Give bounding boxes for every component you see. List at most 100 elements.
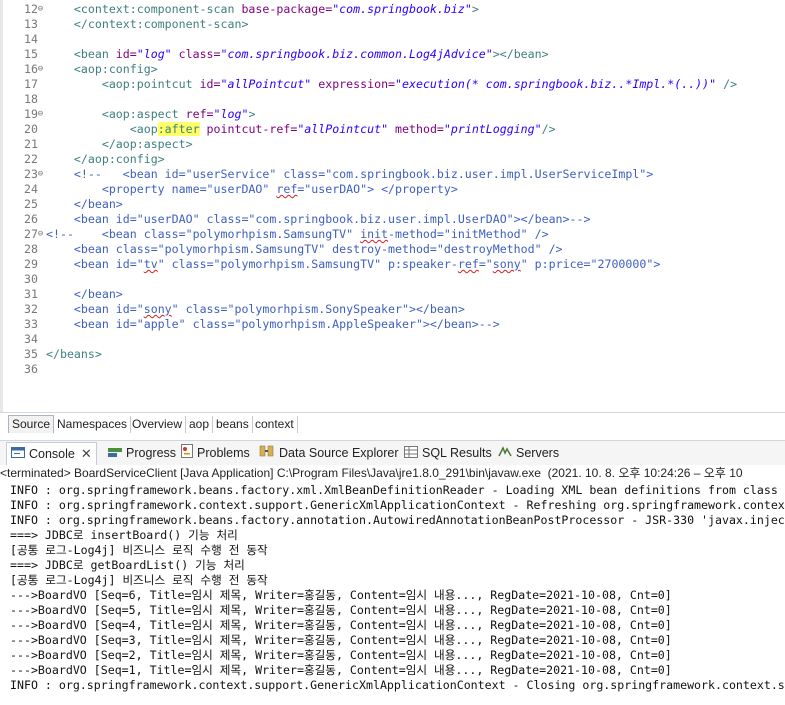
console-line: --->BoardVO [Seq=1, Title=임시 제목, Writer=…	[10, 663, 672, 677]
code-token: class=	[171, 47, 221, 61]
tab-servers[interactable]: Servers	[498, 444, 559, 462]
code-token: >	[471, 2, 479, 16]
fold-toggle-icon[interactable]: ⊖	[36, 230, 45, 239]
code-token: sony	[492, 257, 521, 271]
code-token: "log"	[136, 47, 172, 61]
code-token: method=	[388, 122, 444, 136]
console-line: ===> JDBC로 getBoardList() 기능 처리	[10, 558, 245, 572]
progress-icon	[108, 445, 122, 463]
code-token: <aop:pointcut	[101, 77, 193, 91]
line-number: 30	[24, 272, 38, 286]
code-text: <!-- <bean id="userService" class="com.s…	[46, 167, 653, 182]
line-number: 23	[24, 167, 38, 181]
code-line: 26 <bean id="userDAO" class="com.springb…	[0, 212, 785, 227]
code-line: 35 </beans>	[0, 347, 785, 362]
tab-aop[interactable]: aop	[186, 416, 214, 433]
code-token: </context:component-scan>	[73, 17, 249, 31]
data-source-icon	[259, 444, 275, 463]
code-token: />	[541, 122, 556, 136]
code-token: " class="polymorhpism.SonySpeaker"></bea…	[171, 302, 465, 316]
code-line: 36	[0, 362, 785, 377]
console-line: --->BoardVO [Seq=5, Title=임시 제목, Writer=…	[10, 603, 672, 617]
tab-source[interactable]: Source	[8, 415, 55, 433]
console-line: [공통 로그-Log4j] 비즈니스 로직 수행 전 동작	[10, 543, 268, 557]
fold-toggle-icon[interactable]: ⊖	[36, 65, 45, 74]
fold-toggle-icon[interactable]: ⊖	[36, 110, 45, 119]
code-text: <aop:aspect ref="log">	[46, 107, 256, 122]
console-status-line: <terminated> BoardServiceClient [Java Ap…	[0, 465, 785, 481]
code-token: ref	[457, 257, 479, 271]
code-token: tv	[143, 257, 158, 271]
view-tabbar: Console ✕ Progress Problems Data Source E…	[0, 440, 785, 466]
code-token: "allPointcut"	[297, 122, 389, 136]
console-line: --->BoardVO [Seq=6, Title=임시 제목, Writer=…	[10, 588, 672, 602]
code-token: "log"	[213, 107, 249, 121]
fold-toggle-icon[interactable]: ⊖	[36, 5, 45, 14]
sql-results-icon	[404, 445, 418, 463]
console-line: --->BoardVO [Seq=2, Title=임시 제목, Writer=…	[10, 648, 672, 662]
code-line: 12 ⊖ <context:component-scan base-package…	[0, 2, 785, 17]
xml-editor[interactable]: 12 ⊖ <context:component-scan base-package…	[0, 0, 785, 412]
console-line: --->BoardVO [Seq=3, Title=임시 제목, Writer=…	[10, 633, 672, 647]
tab-progress[interactable]: Progress	[108, 444, 176, 462]
code-line: 17 <aop:pointcut id="allPointcut" expres…	[0, 77, 785, 92]
code-token: <bean id="apple" class="polymorhpism.App…	[73, 317, 500, 331]
code-text: <bean class="polymorhpism.SamsungTV" des…	[46, 242, 563, 257]
code-token: pointcut-ref=	[199, 122, 298, 136]
code-token: </bean>	[73, 197, 123, 211]
tab-progress-label: Progress	[126, 446, 177, 460]
line-number: 25	[24, 197, 38, 211]
code-line: 27 ⊖ <!-- <bean class="polymorhpism.Samsun…	[0, 227, 785, 242]
line-number: 36	[24, 362, 38, 376]
code-line: 13 </context:component-scan>	[0, 17, 785, 32]
code-token: <bean id="	[73, 257, 144, 271]
line-number: 26	[24, 212, 38, 226]
code-line: 31 </bean>	[0, 287, 785, 302]
code-line: 19 ⊖ <aop:aspect ref="log">	[0, 107, 785, 122]
code-line: 28 <bean class="polymorhpism.SamsungTV" …	[0, 242, 785, 257]
tab-context[interactable]: context	[252, 416, 298, 433]
console-line: INFO : org.springframework.context.suppo…	[10, 498, 785, 512]
code-text: <property name="userDAO" ref="userDAO"> …	[46, 182, 458, 197]
fold-toggle-icon[interactable]: ⊖	[36, 170, 45, 179]
line-number: 14	[24, 32, 38, 46]
tab-sql-results-label: SQL Results	[422, 446, 492, 460]
code-text: <bean id="tv" class="polymorhpism.Samsun…	[46, 257, 660, 272]
tab-console[interactable]: Console ✕	[6, 442, 97, 465]
code-text: </bean>	[46, 197, 123, 212]
close-icon[interactable]: ✕	[81, 443, 92, 465]
tab-sql-results[interactable]: SQL Results	[404, 444, 492, 462]
line-number: 29	[24, 257, 38, 271]
code-token: ref	[276, 182, 298, 196]
line-number: 24	[24, 182, 38, 196]
code-token: ="	[478, 257, 493, 271]
editor-bottom-tabs: Source Namespaces Overview aop beans con…	[0, 412, 785, 435]
code-line: 18	[0, 92, 785, 107]
console-output[interactable]: INFO : org.springframework.beans.factory…	[0, 482, 785, 705]
code-token: <bean	[73, 47, 109, 61]
tab-problems-label: Problems	[197, 446, 250, 460]
line-number: 18	[24, 92, 38, 106]
tab-beans[interactable]: beans	[213, 416, 253, 433]
code-text: </aop:aspect>	[46, 137, 193, 152]
tab-data-source-explorer[interactable]: Data Source Explorer	[259, 444, 399, 462]
code-line: 29 <bean id="tv" class="polymorhpism.Sam…	[0, 257, 785, 272]
code-token: id=	[192, 77, 221, 91]
line-number: 34	[24, 332, 38, 346]
tab-problems[interactable]: Problems	[181, 444, 250, 462]
tab-console-label: Console	[29, 447, 75, 461]
tab-overview[interactable]: Overview	[129, 416, 187, 433]
tab-namespaces[interactable]: Namespaces	[54, 416, 132, 433]
code-line: 34	[0, 332, 785, 347]
code-line: 23 ⊖ <!-- <bean id="userService" class="c…	[0, 167, 785, 182]
code-text: <bean id="userDAO" class="com.springbook…	[46, 212, 591, 227]
console-line: INFO : org.springframework.beans.factory…	[10, 483, 778, 497]
